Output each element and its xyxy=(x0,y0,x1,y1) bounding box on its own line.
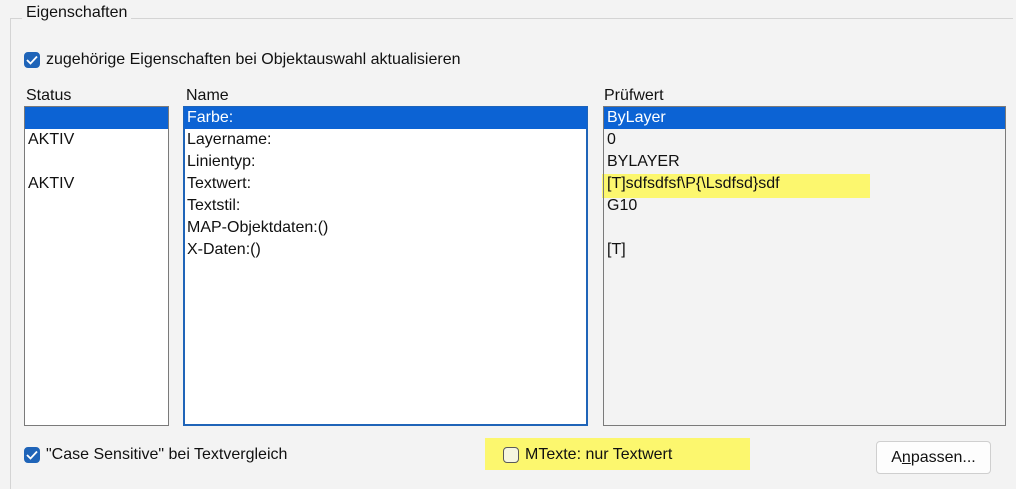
properties-group-title: Eigenschaften xyxy=(22,3,132,23)
anpassen-label-mnemonic: n xyxy=(901,449,911,466)
case-sensitive-check-icon[interactable] xyxy=(24,447,40,463)
case-sensitive-checkbox[interactable]: "Case Sensitive" bei Textvergleich xyxy=(24,445,287,465)
name-list-item-linientyp[interactable]: Linientyp: xyxy=(184,151,587,173)
name-listbox[interactable]: Farbe: Layername: Linientyp: Textwert: T… xyxy=(183,106,588,426)
pruefwert-list-item[interactable]: ByLayer xyxy=(604,107,1005,129)
name-column-header: Name xyxy=(186,87,229,104)
anpassen-label-end: passen... xyxy=(910,449,976,466)
pruefwert-listbox[interactable]: ByLayer 0 BYLAYER [T]sdfsdfsf\P{\Lsdfsd}… xyxy=(603,106,1006,426)
name-list-item-x-daten[interactable]: X-Daten:() xyxy=(184,239,587,261)
status-list-item[interactable]: AKTIV xyxy=(25,129,168,151)
status-list-item[interactable] xyxy=(25,107,168,129)
update-properties-check-icon[interactable] xyxy=(24,52,40,68)
status-column-header: Status xyxy=(26,87,72,104)
mtexte-checkbox[interactable]: MTexte: nur Textwert xyxy=(503,445,672,465)
status-list-item[interactable]: AKTIV xyxy=(25,173,168,195)
pruefwert-list-item[interactable] xyxy=(604,217,1005,239)
update-properties-label: zugehörige Eigenschaften bei Objektauswa… xyxy=(46,51,461,68)
pruefwert-list-item[interactable]: G10 xyxy=(604,195,1005,217)
pruefwert-column-header: Prüfwert xyxy=(604,87,664,104)
mtexte-checkbox-box-icon[interactable] xyxy=(503,447,519,463)
name-list-item-textwert[interactable]: Textwert: xyxy=(184,173,587,195)
pruefwert-list-item[interactable]: [T] xyxy=(604,239,1005,261)
pruefwert-list-item[interactable]: 0 xyxy=(604,129,1005,151)
status-list-item[interactable] xyxy=(25,195,168,217)
name-list-item-map-objektdaten[interactable]: MAP-Objektdaten:() xyxy=(184,217,587,239)
status-listbox[interactable]: AKTIV AKTIV xyxy=(24,106,169,426)
pruefwert-list-item-textwert[interactable]: [T]sdfsdfsf\P{\Lsdfsd}sdf xyxy=(604,173,1005,195)
update-properties-checkbox[interactable]: zugehörige Eigenschaften bei Objektauswa… xyxy=(24,50,460,70)
name-list-item-layername[interactable]: Layername: xyxy=(184,129,587,151)
name-list-item-farbe[interactable]: Farbe: xyxy=(184,107,587,129)
anpassen-button[interactable]: Anpassen... xyxy=(876,441,991,474)
name-list-item-textstil[interactable]: Textstil: xyxy=(184,195,587,217)
pruefwert-list-item[interactable]: BYLAYER xyxy=(604,151,1005,173)
case-sensitive-label: "Case Sensitive" bei Textvergleich xyxy=(46,446,288,463)
status-list-item[interactable] xyxy=(25,151,168,173)
status-list-item[interactable] xyxy=(25,239,168,261)
status-list-item[interactable] xyxy=(25,217,168,239)
mtexte-label: MTexte: nur Textwert xyxy=(525,446,673,463)
anpassen-label-start: A xyxy=(891,449,902,466)
